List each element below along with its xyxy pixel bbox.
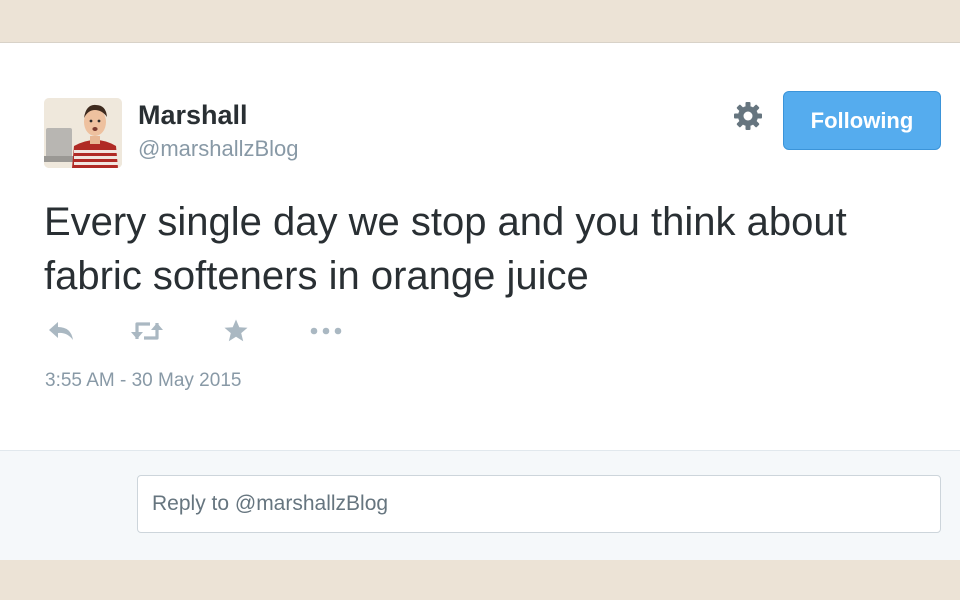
background-bottom [0,560,960,600]
favorite-star-icon[interactable] [222,318,250,344]
tweet-timestamp[interactable]: 3:55 AM - 30 May 2015 [45,370,241,392]
tweet-text-line-1: Every single day we stop and you think a… [44,200,847,244]
reply-icon[interactable] [46,318,76,344]
avatar[interactable] [44,98,122,168]
user-handle[interactable]: @marshallzBlog [138,136,299,162]
reply-input[interactable]: Reply to @marshallzBlog [137,475,941,533]
avatar-image [44,98,122,168]
tweet-text: Every single day we stop and you think a… [44,195,949,303]
gear-icon[interactable] [733,101,763,131]
retweet-icon[interactable] [129,318,165,344]
following-button[interactable]: Following [783,91,941,150]
more-icon[interactable] [309,318,343,344]
user-name[interactable]: Marshall [138,100,248,131]
background-top [0,0,960,42]
tweet-text-line-2: fabric softeners in orange juice [44,254,589,298]
